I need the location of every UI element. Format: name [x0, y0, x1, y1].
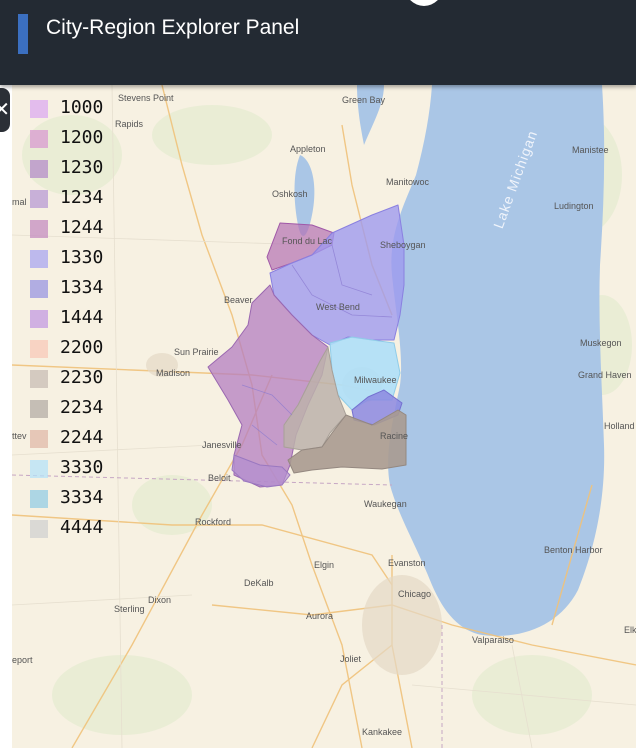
close-icon: ✕ — [0, 97, 10, 121]
label-kankakee: Kankakee — [362, 727, 403, 737]
legend-swatch — [30, 160, 48, 178]
label-west-bend: West Bend — [316, 302, 360, 312]
legend-label: 3334 — [60, 487, 104, 508]
label-sun-prairie: Sun Prairie — [174, 347, 219, 357]
label-green-bay: Green Bay — [342, 95, 386, 105]
label-joliet: Joliet — [340, 654, 362, 664]
label-holland: Holland — [604, 421, 635, 431]
header-accent-bar — [18, 14, 28, 54]
label-sterling: Sterling — [114, 604, 145, 614]
legend-label: 2200 — [60, 337, 104, 358]
label-dekalb: DeKalb — [244, 578, 274, 588]
legend-swatch — [30, 220, 48, 238]
legend-item: 1234 — [20, 186, 112, 210]
label-manistee: Manistee — [572, 145, 609, 155]
label-milwaukee: Milwaukee — [354, 375, 397, 385]
legend-label: 1244 — [60, 217, 104, 238]
legend-label: 1200 — [60, 127, 104, 148]
label-aurora: Aurora — [306, 611, 334, 621]
legend-item: 1330 — [20, 246, 112, 270]
legend-swatch — [30, 370, 48, 388]
legend-item: 3330 — [20, 456, 112, 480]
legend-swatch — [30, 520, 48, 538]
legend-item: 1000 — [20, 96, 112, 120]
label-stevens-point: Stevens Point — [118, 93, 174, 103]
legend-swatch — [30, 340, 48, 358]
legend-swatch — [30, 310, 48, 328]
label-beloit: Beloit — [208, 473, 231, 483]
legend-item: 3334 — [20, 486, 112, 510]
panel-title: City-Region Explorer Panel — [46, 16, 300, 39]
legend-label: 3330 — [60, 457, 104, 478]
label-muskegon: Muskegon — [580, 338, 622, 348]
label-elgin: Elgin — [314, 560, 335, 570]
legend-item: 1200 — [20, 126, 112, 150]
label-oshkosh: Oshkosh — [272, 189, 308, 199]
legend-item: 1334 — [20, 276, 112, 300]
legend-item: 1244 — [20, 216, 112, 240]
legend-swatch — [30, 430, 48, 448]
label-racine: Racine — [380, 431, 409, 441]
legend-item: 4444 — [20, 516, 112, 540]
label-chicago: Chicago — [398, 589, 432, 599]
legend-swatch — [30, 100, 48, 118]
label-appleton: Appleton — [290, 144, 326, 154]
legend-label: 2234 — [60, 397, 104, 418]
label-janesville: Janesville — [202, 440, 242, 450]
legend-label: 1334 — [60, 277, 104, 298]
legend-label: 1234 — [60, 187, 104, 208]
legend-swatch — [30, 460, 48, 478]
label-manitowoc: Manitowoc — [386, 177, 430, 187]
label-sheboygan: Sheboygan — [380, 240, 426, 250]
legend-swatch — [30, 250, 48, 268]
legend-label: 2244 — [60, 427, 104, 448]
legend-item: 2234 — [20, 396, 112, 420]
legend-item: 1230 — [20, 156, 112, 180]
legend-item: 1444 — [20, 306, 112, 330]
legend-item: 2230 — [20, 366, 112, 390]
label-dixon: Dixon — [148, 595, 172, 605]
label-benton-harbor: Benton Harbor — [544, 545, 603, 555]
label-freeport: eport — [12, 655, 33, 665]
legend-label: 1444 — [60, 307, 104, 328]
label-fond-du-lac: Fond du Lac — [282, 236, 333, 246]
legend-swatch — [30, 280, 48, 298]
label-rockford: Rockford — [195, 517, 232, 527]
legend-label: 1330 — [60, 247, 104, 268]
label-evanston: Evanston — [388, 558, 426, 568]
legend-swatch — [30, 130, 48, 148]
label-madison: Madison — [156, 368, 191, 378]
label-grand-haven: Grand Haven — [578, 370, 632, 380]
label-ludington: Ludington — [554, 201, 594, 211]
legend-label: 4444 — [60, 517, 104, 538]
legend-label: 1230 — [60, 157, 104, 178]
legend-swatch — [30, 400, 48, 418]
legend-swatch — [30, 490, 48, 508]
legend-item: 2244 — [20, 426, 112, 450]
label-beaver-dam: Beaver — [224, 295, 253, 305]
header-handle[interactable] — [405, 0, 443, 6]
legend-label: 1000 — [60, 97, 104, 118]
legend-label: 2230 — [60, 367, 104, 388]
label-waukegan: Waukegan — [364, 499, 407, 509]
legend-item: 2200 — [20, 336, 112, 360]
label-rapids: Rapids — [115, 119, 144, 129]
panel-header: City-Region Explorer Panel — [0, 0, 636, 85]
legend-swatch — [30, 190, 48, 208]
collapse-panel-button[interactable]: ✕ — [0, 88, 10, 132]
label-valparaiso: Valparaiso — [472, 635, 514, 645]
label-elk: Elk — [624, 625, 636, 635]
